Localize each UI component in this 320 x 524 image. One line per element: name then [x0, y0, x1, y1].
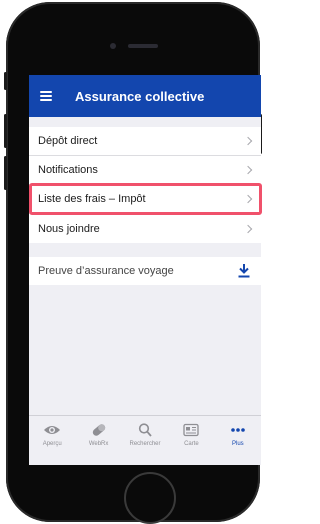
earpiece-speaker	[128, 44, 158, 48]
highlight-box	[29, 183, 262, 215]
list-item-contact-us[interactable]: Nous joindre	[29, 214, 261, 243]
list-item-direct-deposit[interactable]: Dépôt direct	[29, 127, 261, 156]
chevron-right-icon	[243, 136, 253, 146]
list-item-notifications[interactable]: Notifications	[29, 156, 261, 185]
tab-more[interactable]: Plus	[215, 416, 261, 465]
tab-card[interactable]: Carte	[168, 416, 214, 465]
tab-label: Carte	[184, 441, 199, 447]
chevron-right-icon	[243, 165, 253, 175]
travel-insurance-label: Preuve d’assurance voyage	[38, 265, 174, 277]
pill-icon	[92, 424, 105, 436]
list-item-label: Nous joindre	[38, 222, 100, 235]
tab-search[interactable]: Rechercher	[122, 416, 168, 465]
tab-overview[interactable]: Aperçu	[29, 416, 75, 465]
app-title: Assurance collective	[75, 88, 205, 104]
list-item-label: Dépôt direct	[38, 135, 98, 147]
tab-webrx[interactable]: WebRx	[75, 416, 121, 465]
tab-label: Aperçu	[42, 441, 62, 447]
eye-icon	[44, 426, 61, 434]
app-screen: Assurance collective Dépôt direct Notifi…	[29, 75, 261, 465]
list-item-label: Notifications	[38, 164, 98, 176]
tab-bar: Aperçu WebRx Rechercher Carte Plus	[29, 415, 261, 465]
front-camera	[110, 43, 116, 49]
home-button[interactable]	[124, 472, 176, 524]
search-icon	[138, 423, 152, 437]
mute-switch	[4, 72, 7, 90]
app-bar: Assurance collective	[29, 75, 261, 117]
tab-label: Plus	[231, 441, 244, 447]
tab-label: WebRx	[88, 441, 109, 447]
travel-insurance-row[interactable]: Preuve d’assurance voyage	[29, 257, 261, 285]
tab-label: Rechercher	[129, 441, 161, 447]
hamburger-menu-icon[interactable]	[40, 91, 52, 101]
volume-up-button	[4, 114, 7, 148]
more-dots-icon	[231, 428, 245, 432]
volume-down-button	[4, 156, 7, 190]
download-icon[interactable]	[238, 264, 250, 278]
chevron-right-icon	[243, 224, 253, 233]
id-card-icon	[183, 423, 200, 437]
